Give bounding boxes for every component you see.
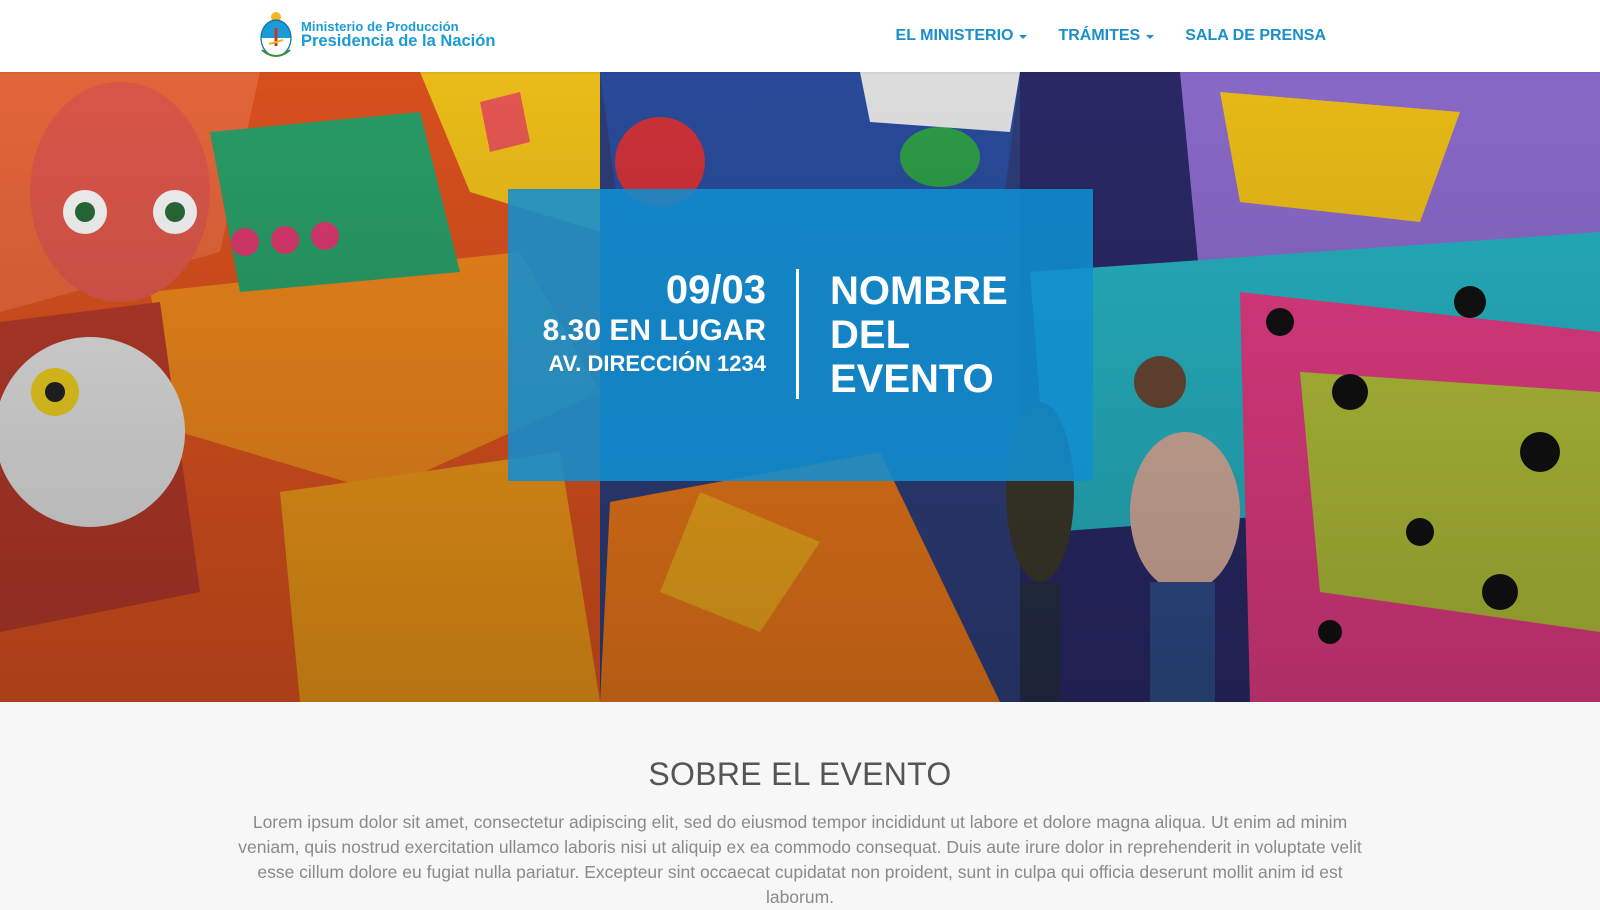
event-address: AV. DIRECCIÓN 1234 [548, 351, 766, 376]
caret-down-icon [1146, 35, 1155, 39]
brand-ministry-name: Ministerio de Producción [301, 18, 459, 34]
nav-item-el-ministerio[interactable]: EL MINISTERIO [896, 27, 1028, 45]
event-info-card: 09/03 8.30 EN LUGAR AV. DIRECCIÓN 1234 N… [508, 189, 1093, 481]
nav-item-sala-de-prensa[interactable]: SALA DE PRENSA [1185, 27, 1326, 45]
nav-item-label: EL MINISTERIO [895, 27, 1014, 44]
about-event-heading: SOBRE EL EVENTO [648, 756, 952, 792]
argentina-coat-of-arms-icon [260, 12, 292, 57]
event-title: NOMBRE DEL EVENTO [830, 269, 1008, 401]
caret-down-icon [1019, 35, 1028, 39]
nav-item-tramites[interactable]: TRÁMITES [1058, 27, 1155, 45]
about-event-section: SOBRE EL EVENTO Lorem ipsum dolor sit am… [0, 702, 1600, 907]
hero-banner: 09/03 8.30 EN LUGAR AV. DIRECCIÓN 1234 N… [0, 72, 1600, 702]
event-time-place: 8.30 EN LUGAR [542, 314, 766, 347]
brand-presidency-name: Presidencia de la Nación [301, 32, 496, 51]
nav-item-label: SALA DE PRENSA [1185, 27, 1326, 44]
about-event-body: Lorem ipsum dolor sit amet, consectetur … [238, 812, 1362, 907]
main-nav: EL MINISTERIO TRÁMITES SALA DE PRENSA [896, 0, 1326, 72]
top-navbar: Ministerio de Producción Presidencia de … [0, 0, 1600, 72]
event-card-divider [796, 269, 799, 399]
event-details: 09/03 8.30 EN LUGAR AV. DIRECCIÓN 1234 [526, 269, 766, 377]
event-date: 09/03 [665, 268, 766, 312]
brand-logo-link[interactable]: Ministerio de Producción Presidencia de … [259, 10, 495, 60]
nav-item-label: TRÁMITES [1058, 27, 1141, 44]
